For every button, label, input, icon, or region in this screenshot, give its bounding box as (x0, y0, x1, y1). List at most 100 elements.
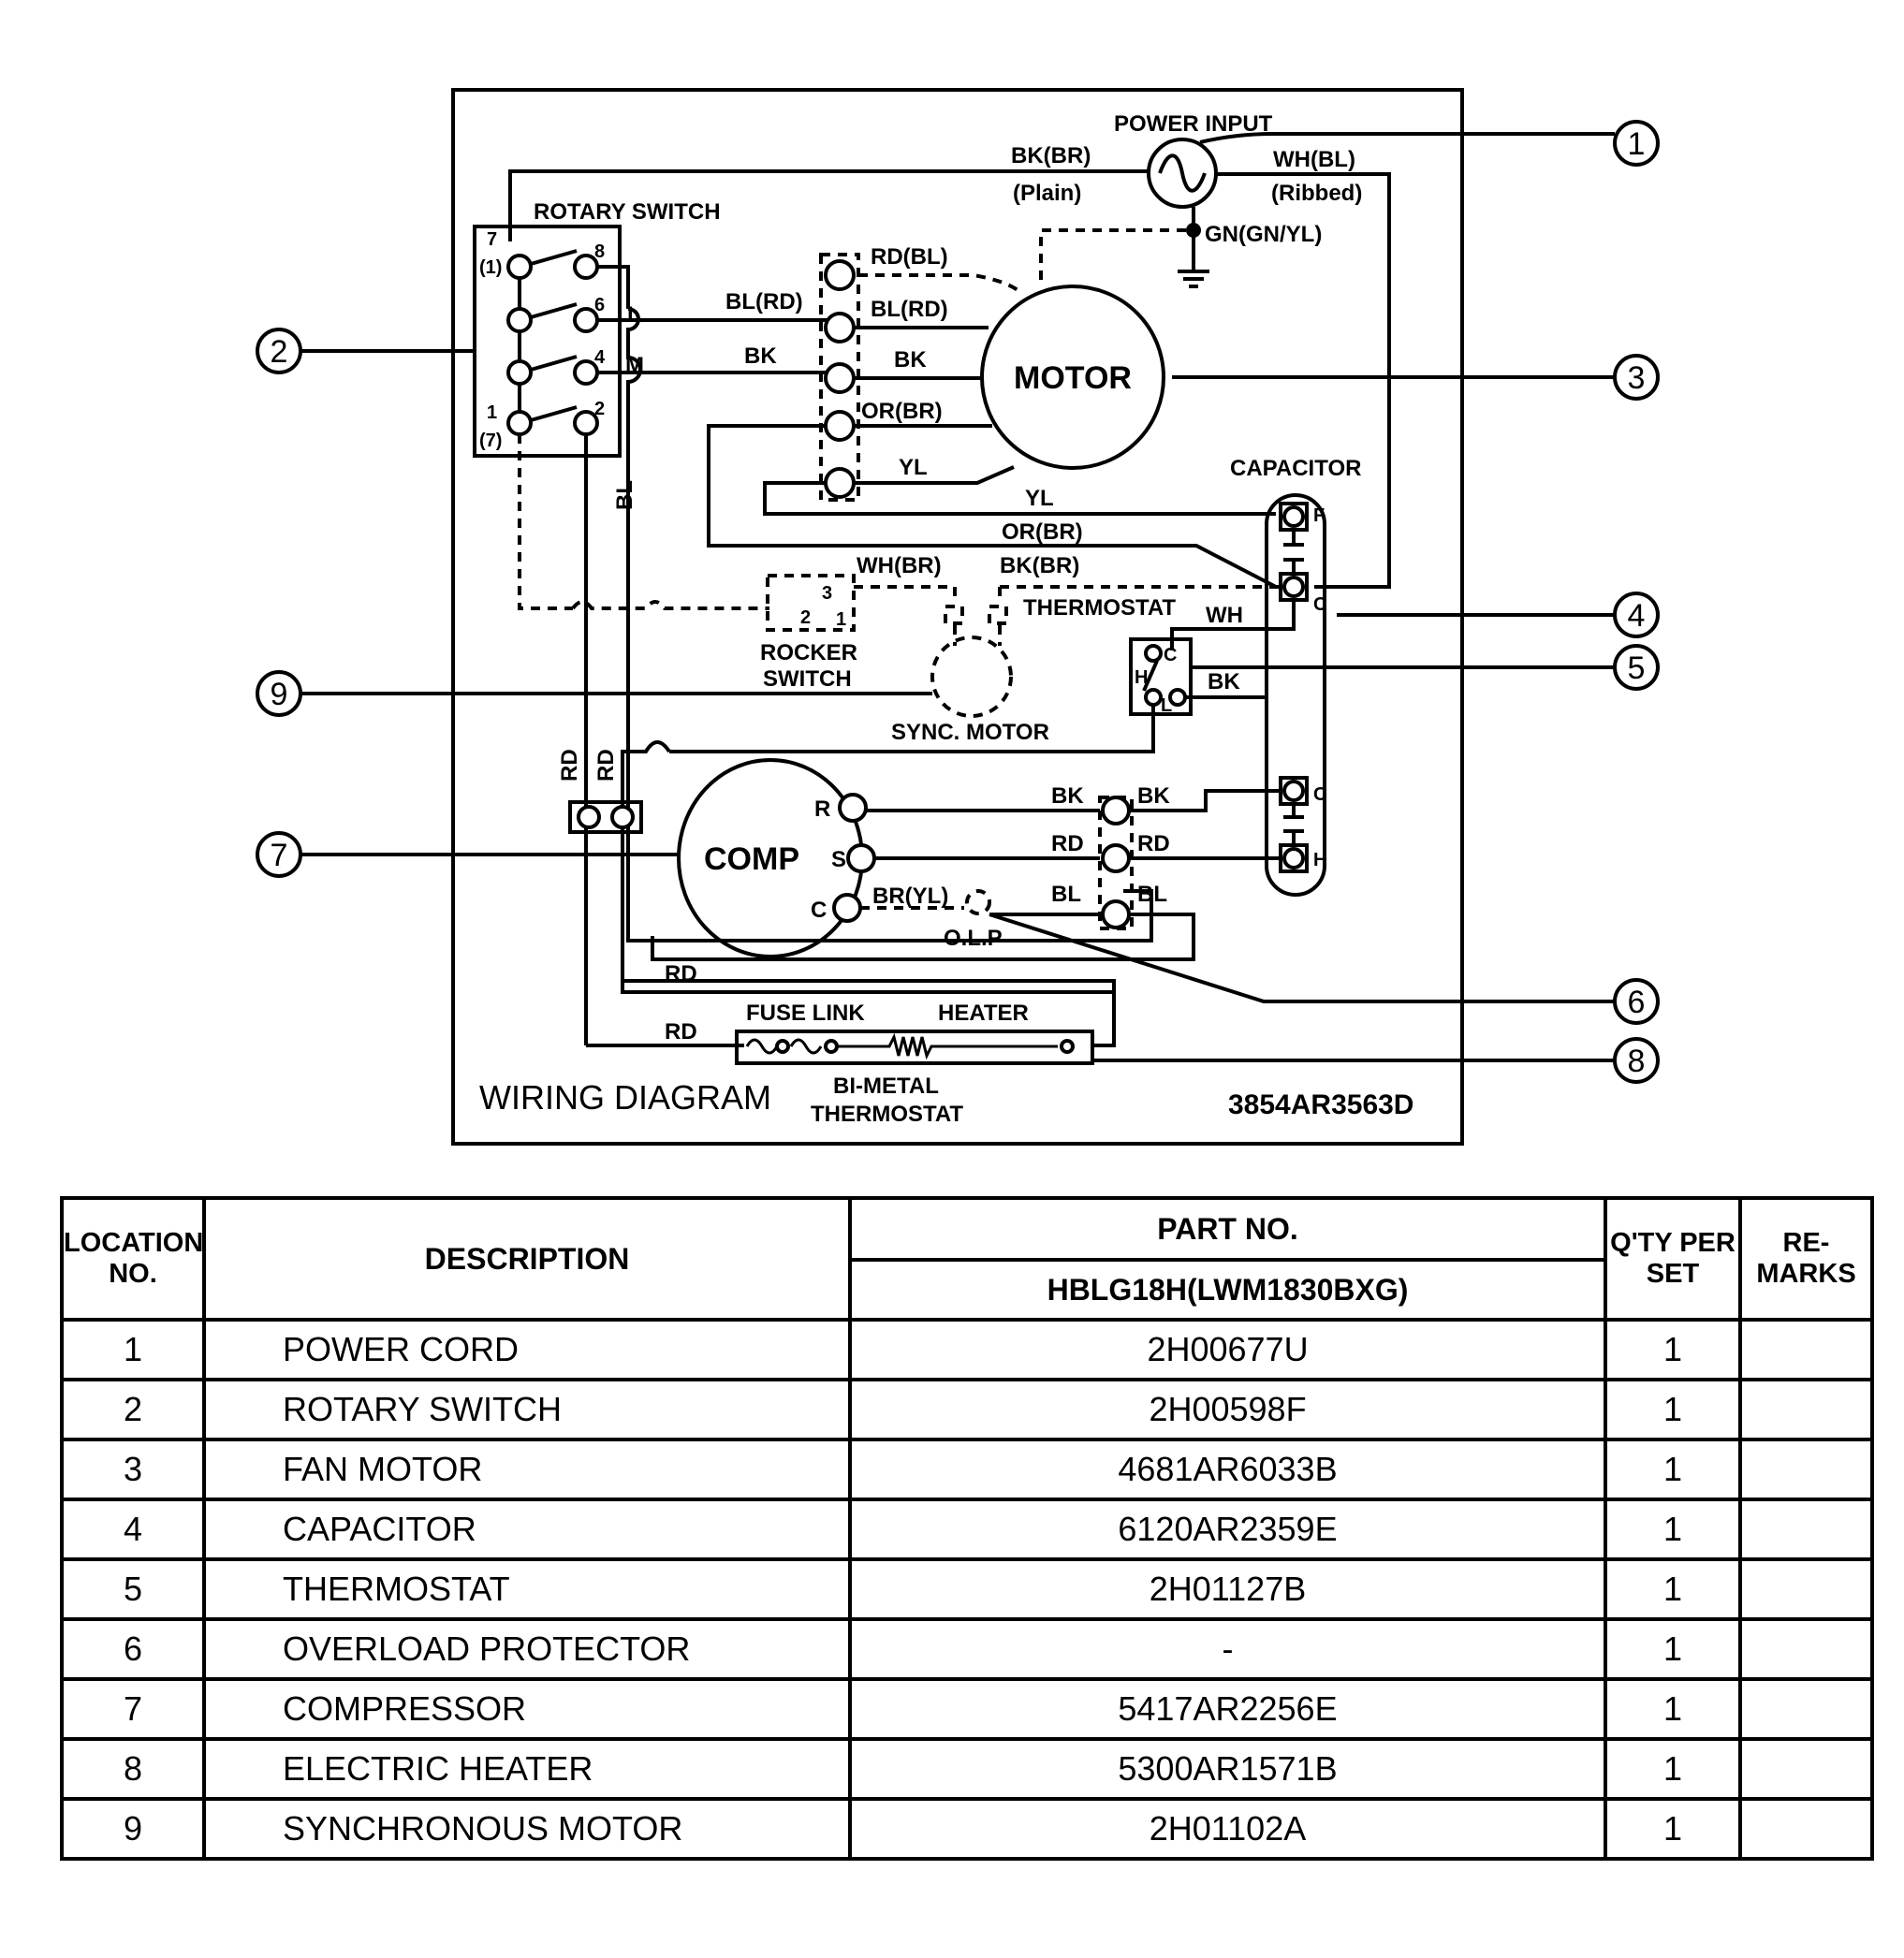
callout-5: 5 (1191, 644, 1660, 691)
wire-label-rd-lower: RD (665, 961, 697, 986)
terminal-label: L (1161, 695, 1172, 716)
part-no-cell: 6120AR2359E (848, 1498, 1607, 1561)
wiring-diagram: POWER INPUT BK(BR) (Plain) WH(BL) (Ribbe… (256, 88, 1660, 1146)
wire-label-bk-br-power: BK(BR) (1011, 143, 1091, 168)
table-row: 3 FAN MOTOR 4681AR6033B 1 (60, 1438, 1874, 1501)
rocker-switch-label: SWITCH (763, 666, 852, 692)
remarks-cell (1738, 1797, 1874, 1861)
wire-label-plain: (Plain) (1013, 181, 1081, 206)
compressor-label: COMP (704, 841, 799, 877)
part-no-cell: 2H00598F (848, 1378, 1607, 1441)
wire-label-yl-loop: YL (1025, 486, 1054, 511)
terminal-label: H (1135, 667, 1148, 688)
part-no-cell: 2H01127B (848, 1557, 1607, 1621)
location-cell: 9 (60, 1797, 206, 1861)
wire-label-rd-vertical-2: RD (593, 749, 619, 782)
qty-cell: 1 (1604, 1737, 1742, 1801)
remarks-cell (1738, 1617, 1874, 1681)
sync-motor-label: SYNC. MOTOR (891, 720, 1049, 745)
location-cell: 2 (60, 1378, 206, 1441)
location-cell: 1 (60, 1318, 206, 1381)
terminal-label: 2 (594, 399, 605, 419)
terminal-label: C (811, 898, 827, 923)
terminal-label: C (1164, 645, 1177, 665)
wire-label-or-br: OR(BR) (861, 399, 943, 424)
description-cell: COMPRESSOR (202, 1677, 852, 1741)
fuse-link-label: FUSE LINK (746, 1001, 865, 1026)
wire-label-wh: WH (1206, 603, 1243, 628)
svg-text:4: 4 (1628, 598, 1646, 634)
wire-label-br-yl: BR(YL) (872, 884, 948, 909)
qty-cell: 1 (1604, 1438, 1742, 1501)
wire-label-bl-vertical: BL (612, 480, 637, 510)
wire-label-yl: YL (899, 455, 928, 480)
wire-label-bk: BK (744, 343, 777, 369)
table-row: 7 COMPRESSOR 5417AR2256E 1 (60, 1677, 1874, 1741)
wire-label-bk-comp: BK (1051, 783, 1084, 809)
svg-text:3: 3 (1628, 360, 1646, 396)
parts-body: 1 POWER CORD 2H00677U 1 2 ROTARY SWITCH 2H0059… (60, 1318, 1874, 1861)
compressor: COMP R S C (677, 758, 876, 958)
svg-text:7: 7 (271, 838, 288, 873)
qty-cell: 1 (1604, 1557, 1742, 1621)
svg-text:2: 2 (271, 334, 288, 370)
description-cell: CAPACITOR (202, 1498, 852, 1561)
callout-7: 7 (256, 831, 679, 878)
callout-6: 6 (989, 913, 1660, 1025)
table-row: 4 CAPACITOR 6120AR2359E 1 (60, 1498, 1874, 1561)
location-cell: 4 (60, 1498, 206, 1561)
callout-3: 3 (1172, 354, 1660, 401)
remarks-cell (1738, 1378, 1874, 1441)
parts-table: LOCATION NO. DESCRIPTION PART NO. Q'TY P… (60, 1196, 1874, 1861)
qty-cell: 1 (1604, 1617, 1742, 1681)
wire-label-bl-rd-motor: BL(RD) (871, 297, 948, 322)
remarks-cell (1738, 1318, 1874, 1381)
part-no-cell: 4681AR6033B (848, 1438, 1607, 1501)
qty-cell: 1 (1604, 1677, 1742, 1741)
qty-cell: 1 (1604, 1318, 1742, 1381)
description-cell: THERMOSTAT (202, 1557, 852, 1621)
bimetal-label: THERMOSTAT (811, 1102, 963, 1127)
terminal-label: (1) (479, 257, 502, 278)
thermostat: C H L (1129, 637, 1193, 716)
terminal-label: F (1313, 505, 1325, 526)
part-no-cell: 5300AR1571B (848, 1737, 1607, 1801)
header-description: DESCRIPTION (202, 1196, 852, 1322)
wire-label-bl-comp: BL (1051, 882, 1081, 907)
wire-label-bl-rd: BL(RD) (725, 289, 803, 314)
terminal-label: 1 (487, 402, 497, 423)
terminal-label: (7) (479, 431, 502, 451)
wire-label-gn: GN(GN/YL) (1205, 222, 1322, 247)
svg-text:6: 6 (1628, 985, 1646, 1020)
remarks-cell (1738, 1557, 1874, 1621)
heater-label: HEATER (938, 1001, 1029, 1026)
sine-wave-icon (1158, 153, 1207, 193)
header-location: LOCATION NO. (60, 1196, 206, 1322)
olp-label: O.L.P (944, 926, 1003, 951)
description-cell: FAN MOTOR (202, 1438, 852, 1501)
part-no-cell: 5417AR2256E (848, 1677, 1607, 1741)
qty-cell: 1 (1604, 1797, 1742, 1861)
description-cell: ELECTRIC HEATER (202, 1737, 852, 1801)
header-qty: Q'TY PER SET (1604, 1196, 1742, 1322)
diagram-title: WIRING DIAGRAM (479, 1078, 771, 1117)
callout-8: 8 (1092, 1037, 1660, 1084)
terminal-label: H (1313, 850, 1326, 870)
location-cell: 3 (60, 1438, 206, 1501)
olp: O.L.P (944, 889, 1003, 951)
table-row: 5 THERMOSTAT 2H01127B 1 (60, 1557, 1874, 1621)
svg-text:9: 9 (271, 677, 288, 712)
header-remarks: RE- MARKS (1738, 1196, 1874, 1322)
motor-label: MOTOR (1014, 360, 1132, 396)
location-cell: 7 (60, 1677, 206, 1741)
wire-label-rd-heater: RD (665, 1019, 697, 1045)
ground-junction (1186, 223, 1201, 238)
terminal-label: 4 (594, 347, 606, 368)
svg-text:5: 5 (1628, 650, 1646, 686)
part-no-cell: - (848, 1617, 1607, 1681)
sync-motor: SYNC. MOTOR (891, 636, 1049, 745)
part-no-cell: 2H00677U (848, 1318, 1607, 1381)
terminal-label: 1 (836, 609, 846, 630)
wire-label-bk-comp-r: BK (1137, 783, 1170, 809)
wire-label-bl-comp-r: BL (1137, 882, 1167, 907)
